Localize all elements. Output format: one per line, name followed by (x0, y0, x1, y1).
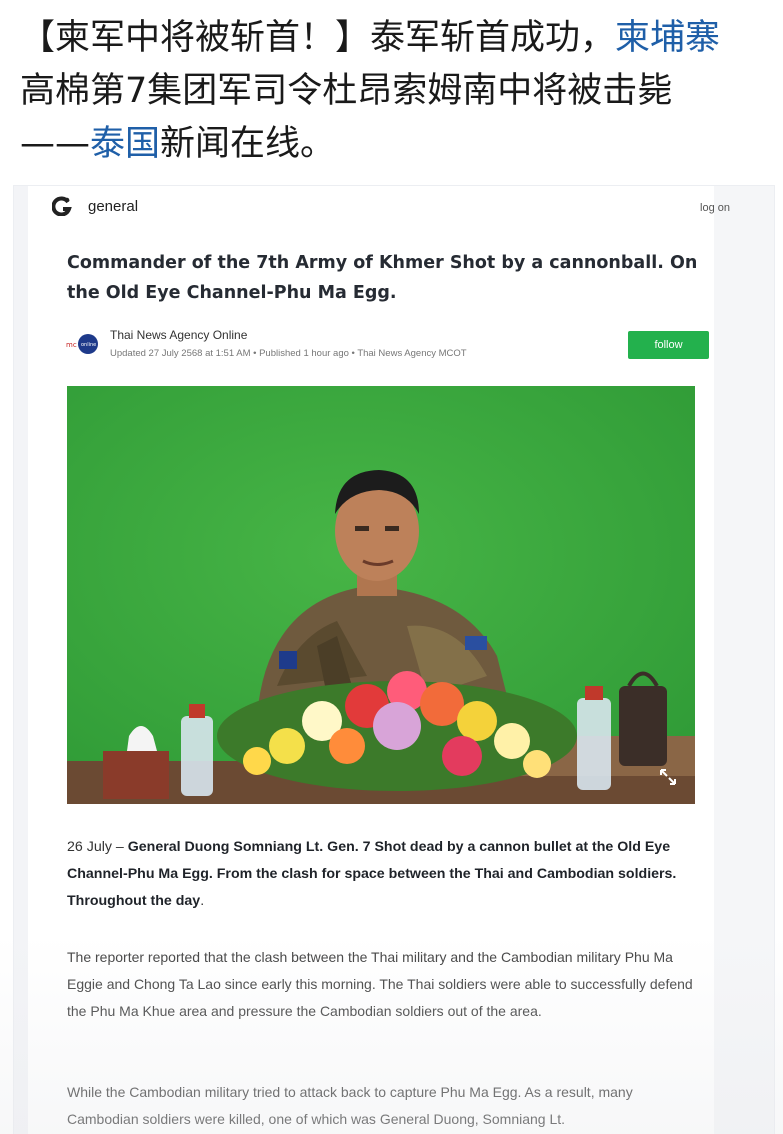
g-logo-icon[interactable] (52, 196, 72, 216)
article-meta: Updated 27 July 2568 at 1:51 AM • Publis… (110, 348, 467, 359)
svg-text:mc: mc (66, 341, 77, 349)
article-title: Commander of the 7th Army of Khmer Shot … (67, 253, 698, 303)
general-photo-illustration (67, 386, 695, 804)
card-left-margin (14, 186, 28, 1134)
card-right-margin (714, 186, 774, 1134)
lead-bold-text: General Duong Somniang Lt. Gen. 7 Shot d… (67, 839, 677, 909)
agency-name[interactable]: Thai News Agency Online (110, 328, 247, 342)
dateline: 26 July – (67, 839, 128, 855)
article-paragraph-2: The reporter reported that the clash bet… (67, 949, 693, 1019)
headline-link-thailand[interactable]: 泰国 (90, 124, 160, 164)
lead-end: . (200, 893, 205, 909)
login-link[interactable]: log on (700, 202, 730, 214)
headline-text-2: 高棉第7集团军司令杜昂索姆南中将被击毙 (20, 71, 673, 111)
author-row: mc online Thai News Agency Online Update… (64, 326, 714, 366)
expand-icon[interactable] (657, 766, 679, 788)
article-paragraph-3: While the Cambodian military tried to at… (67, 1084, 633, 1127)
headline-link-cambodia[interactable]: 柬埔寨 (615, 18, 720, 58)
headline-text-1: 【柬军中将被斩首！】泰军斩首成功， (20, 18, 616, 58)
headline-text-4: 新闻在线。 (160, 124, 336, 164)
article-screenshot-card: general log on Commander of the 7th Army… (14, 186, 774, 1134)
follow-button[interactable]: follow (628, 331, 709, 359)
article-paragraph-lead: 26 July – General Duong Somniang Lt. Gen… (67, 834, 707, 915)
svg-text:online: online (81, 342, 96, 348)
article-photo[interactable] (67, 386, 695, 804)
chinese-headline: 【柬军中将被斩首！】泰军斩首成功，柬埔寨 高棉第7集团军司令杜昂索姆南中将被击毙… (20, 12, 770, 171)
headline-text-3: —— (20, 124, 90, 164)
agency-avatar[interactable]: mc online (64, 332, 100, 356)
site-name[interactable]: general (88, 198, 138, 215)
site-top-bar: general log on (50, 194, 730, 226)
